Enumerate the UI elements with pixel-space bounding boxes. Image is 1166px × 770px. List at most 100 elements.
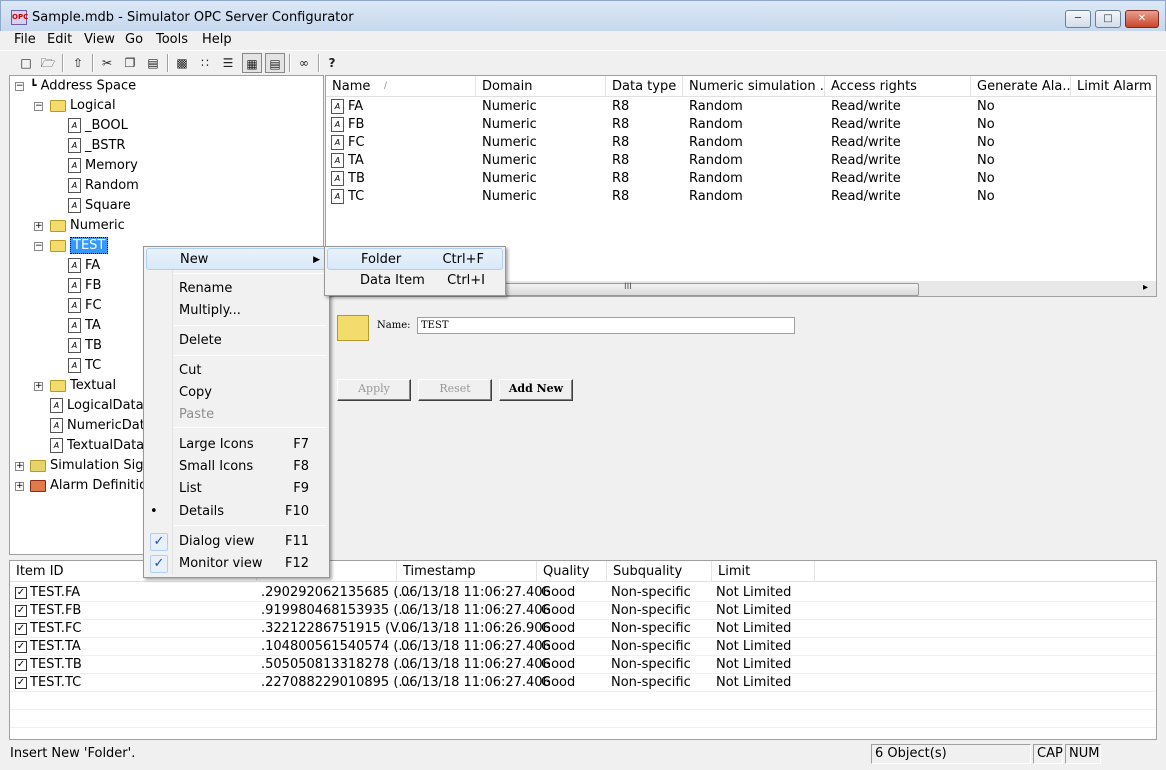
column-timestamp[interactable]: Timestamp xyxy=(397,561,537,582)
tree-item[interactable]: A _BOOL xyxy=(68,117,128,135)
monitor-row[interactable]: ✓ TEST.FB .919980468153935 (... 06/13/18 11… xyxy=(10,602,1156,620)
expand-icon[interactable]: + xyxy=(15,482,24,491)
tree-node-alarm[interactable]: Alarm Definition xyxy=(30,477,155,495)
column-limit[interactable]: Limit xyxy=(712,561,815,582)
list-row[interactable]: A TC Numeric R8 Random Read/write No xyxy=(326,188,1156,206)
list-icon[interactable]: ☰ xyxy=(218,53,238,73)
expand-icon[interactable]: + xyxy=(34,222,43,231)
help-icon[interactable]: ? xyxy=(322,53,342,73)
tree-node-test[interactable]: TEST xyxy=(50,237,109,255)
scrollbar-thumb[interactable]: III xyxy=(501,282,919,296)
column-quality[interactable]: Quality xyxy=(537,561,607,582)
tree-node-numeric[interactable]: Numeric xyxy=(50,217,125,235)
tree-item[interactable]: A TB xyxy=(68,337,102,355)
maximize-button[interactable]: □ xyxy=(1095,10,1121,28)
menu-item-dialog-view[interactable]: ✓ Dialog view F11 xyxy=(146,531,327,553)
column-access-rights[interactable]: Access rights xyxy=(825,76,971,97)
monitor-checkbox[interactable]: ✓ xyxy=(15,604,27,617)
submenu-item-data-item[interactable]: Data Item Ctrl+I xyxy=(327,270,503,292)
tree-node-logical[interactable]: Logical xyxy=(50,97,116,115)
open-icon[interactable]: 🗁 xyxy=(38,53,58,73)
menu-item-copy[interactable]: Copy xyxy=(146,382,327,404)
column-data-type[interactable]: Data type xyxy=(606,76,683,97)
minimize-button[interactable]: ─ xyxy=(1065,10,1091,28)
monitor-checkbox[interactable]: ✓ xyxy=(15,676,27,689)
add-new-button[interactable]: Add New xyxy=(499,379,573,401)
list-row[interactable]: A TA Numeric R8 Random Read/write No xyxy=(326,152,1156,170)
collapse-icon[interactable]: − xyxy=(15,82,24,91)
new-icon[interactable]: □ xyxy=(16,53,36,73)
menu-file[interactable]: File xyxy=(14,32,36,47)
tree-item[interactable]: A Random xyxy=(68,177,139,195)
column-name[interactable]: Name ∕ xyxy=(326,76,476,97)
menu-item-rename[interactable]: Rename xyxy=(146,278,327,300)
monitor-checkbox[interactable]: ✓ xyxy=(15,658,27,671)
dialog-view-icon[interactable]: ▤ xyxy=(265,53,285,73)
column-subquality[interactable]: Subquality xyxy=(607,561,712,582)
menu-item-new[interactable]: New ▶ xyxy=(146,248,327,270)
list-row[interactable]: A FB Numeric R8 Random Read/write No xyxy=(326,116,1156,134)
menu-item-cut[interactable]: Cut xyxy=(146,360,327,382)
up-folder-icon[interactable]: ⇧ xyxy=(68,53,88,73)
tree-node-textual[interactable]: Textual xyxy=(50,377,116,395)
menu-item-details[interactable]: • Details F10 xyxy=(146,501,327,523)
small-icons-icon[interactable]: ∷ xyxy=(195,53,215,73)
column-limit-alarm[interactable]: Limit Alarm De xyxy=(1071,76,1156,97)
reset-button[interactable]: Reset xyxy=(418,379,492,401)
scroll-right-icon[interactable]: ▸ xyxy=(1143,282,1148,293)
tree-item[interactable]: A Memory xyxy=(68,157,138,175)
expand-icon[interactable]: + xyxy=(15,462,24,471)
menu-tools[interactable]: Tools xyxy=(156,32,188,47)
apply-button[interactable]: Apply xyxy=(337,379,411,401)
tree-node-root[interactable]: ┗ Address Space xyxy=(30,77,136,95)
cut-icon[interactable]: ✂ xyxy=(97,53,117,73)
collapse-icon[interactable]: − xyxy=(34,102,43,111)
monitor-checkbox[interactable]: ✓ xyxy=(15,586,27,599)
menu-item-multiply[interactable]: Multiply... xyxy=(146,300,327,322)
tree-node-simulation[interactable]: Simulation Signa xyxy=(30,457,160,475)
menu-item-list[interactable]: List F9 xyxy=(146,478,327,500)
menu-edit[interactable]: Edit xyxy=(47,32,72,47)
menu-item-delete[interactable]: Delete xyxy=(146,330,327,352)
monitor-row[interactable]: ✓ TEST.TC .227088229010895 (... 06/13/18 11… xyxy=(10,674,1156,692)
tree-item[interactable]: A _BSTR xyxy=(68,137,125,155)
column-domain[interactable]: Domain xyxy=(476,76,606,97)
close-button[interactable]: ✕ xyxy=(1125,10,1159,28)
copy-icon[interactable]: ❐ xyxy=(120,53,140,73)
menu-view[interactable]: View xyxy=(84,32,115,47)
collapse-icon[interactable]: − xyxy=(34,242,43,251)
tree-item[interactable]: A NumericData xyxy=(50,417,153,435)
list-row[interactable]: A FA Numeric R8 Random Read/write No xyxy=(326,98,1156,116)
details-icon[interactable]: ▦ xyxy=(242,53,262,73)
tree-item[interactable]: A TC xyxy=(68,357,101,375)
submenu-item-folder[interactable]: Folder Ctrl+F xyxy=(327,248,503,270)
tree-item[interactable]: A LogicalDataIt xyxy=(50,397,153,415)
monitor-view[interactable]: Item ID Timestamp Quality Subquality Lim… xyxy=(9,560,1157,740)
tree-item[interactable]: A TextualDataIt xyxy=(50,437,153,455)
glasses-icon[interactable]: ∞ xyxy=(294,53,314,73)
monitor-row[interactable]: ✓ TEST.TA .104800561540574 (... 06/13/18 11… xyxy=(10,638,1156,656)
monitor-row[interactable]: ✓ TEST.TB .505050813318278 (... 06/13/18 11… xyxy=(10,656,1156,674)
tree-item[interactable]: A FA xyxy=(68,257,100,275)
monitor-row[interactable]: ✓ TEST.FA .290292062135685 (... 06/13/18 11… xyxy=(10,584,1156,602)
column-numeric-simulation[interactable]: Numeric simulation ... xyxy=(683,76,825,97)
list-row[interactable]: A TB Numeric R8 Random Read/write No xyxy=(326,170,1156,188)
column-generate-alarm[interactable]: Generate Ala... xyxy=(971,76,1071,97)
menu-help[interactable]: Help xyxy=(202,32,232,47)
menu-item-paste[interactable]: Paste xyxy=(146,404,327,426)
tree-item[interactable]: A FC xyxy=(68,297,102,315)
monitor-row[interactable]: ✓ TEST.FC .32212286751915 (V... 06/13/18 11… xyxy=(10,620,1156,638)
monitor-checkbox[interactable]: ✓ xyxy=(15,640,27,653)
menu-item-large-icons[interactable]: Large Icons F7 xyxy=(146,434,327,456)
tree-item[interactable]: A FB xyxy=(68,277,101,295)
tree-item[interactable]: A TA xyxy=(68,317,101,335)
expand-icon[interactable]: + xyxy=(34,382,43,391)
tree-item[interactable]: A Square xyxy=(68,197,131,215)
large-icons-icon[interactable]: ▩ xyxy=(172,53,192,73)
paste-icon[interactable]: ▤ xyxy=(143,53,163,73)
list-row[interactable]: A FC Numeric R8 Random Read/write No xyxy=(326,134,1156,152)
menu-item-small-icons[interactable]: Small Icons F8 xyxy=(146,456,327,478)
menu-go[interactable]: Go xyxy=(125,32,143,47)
menu-item-monitor-view[interactable]: ✓ Monitor view F12 xyxy=(146,553,327,575)
name-input[interactable]: TEST xyxy=(417,317,795,334)
